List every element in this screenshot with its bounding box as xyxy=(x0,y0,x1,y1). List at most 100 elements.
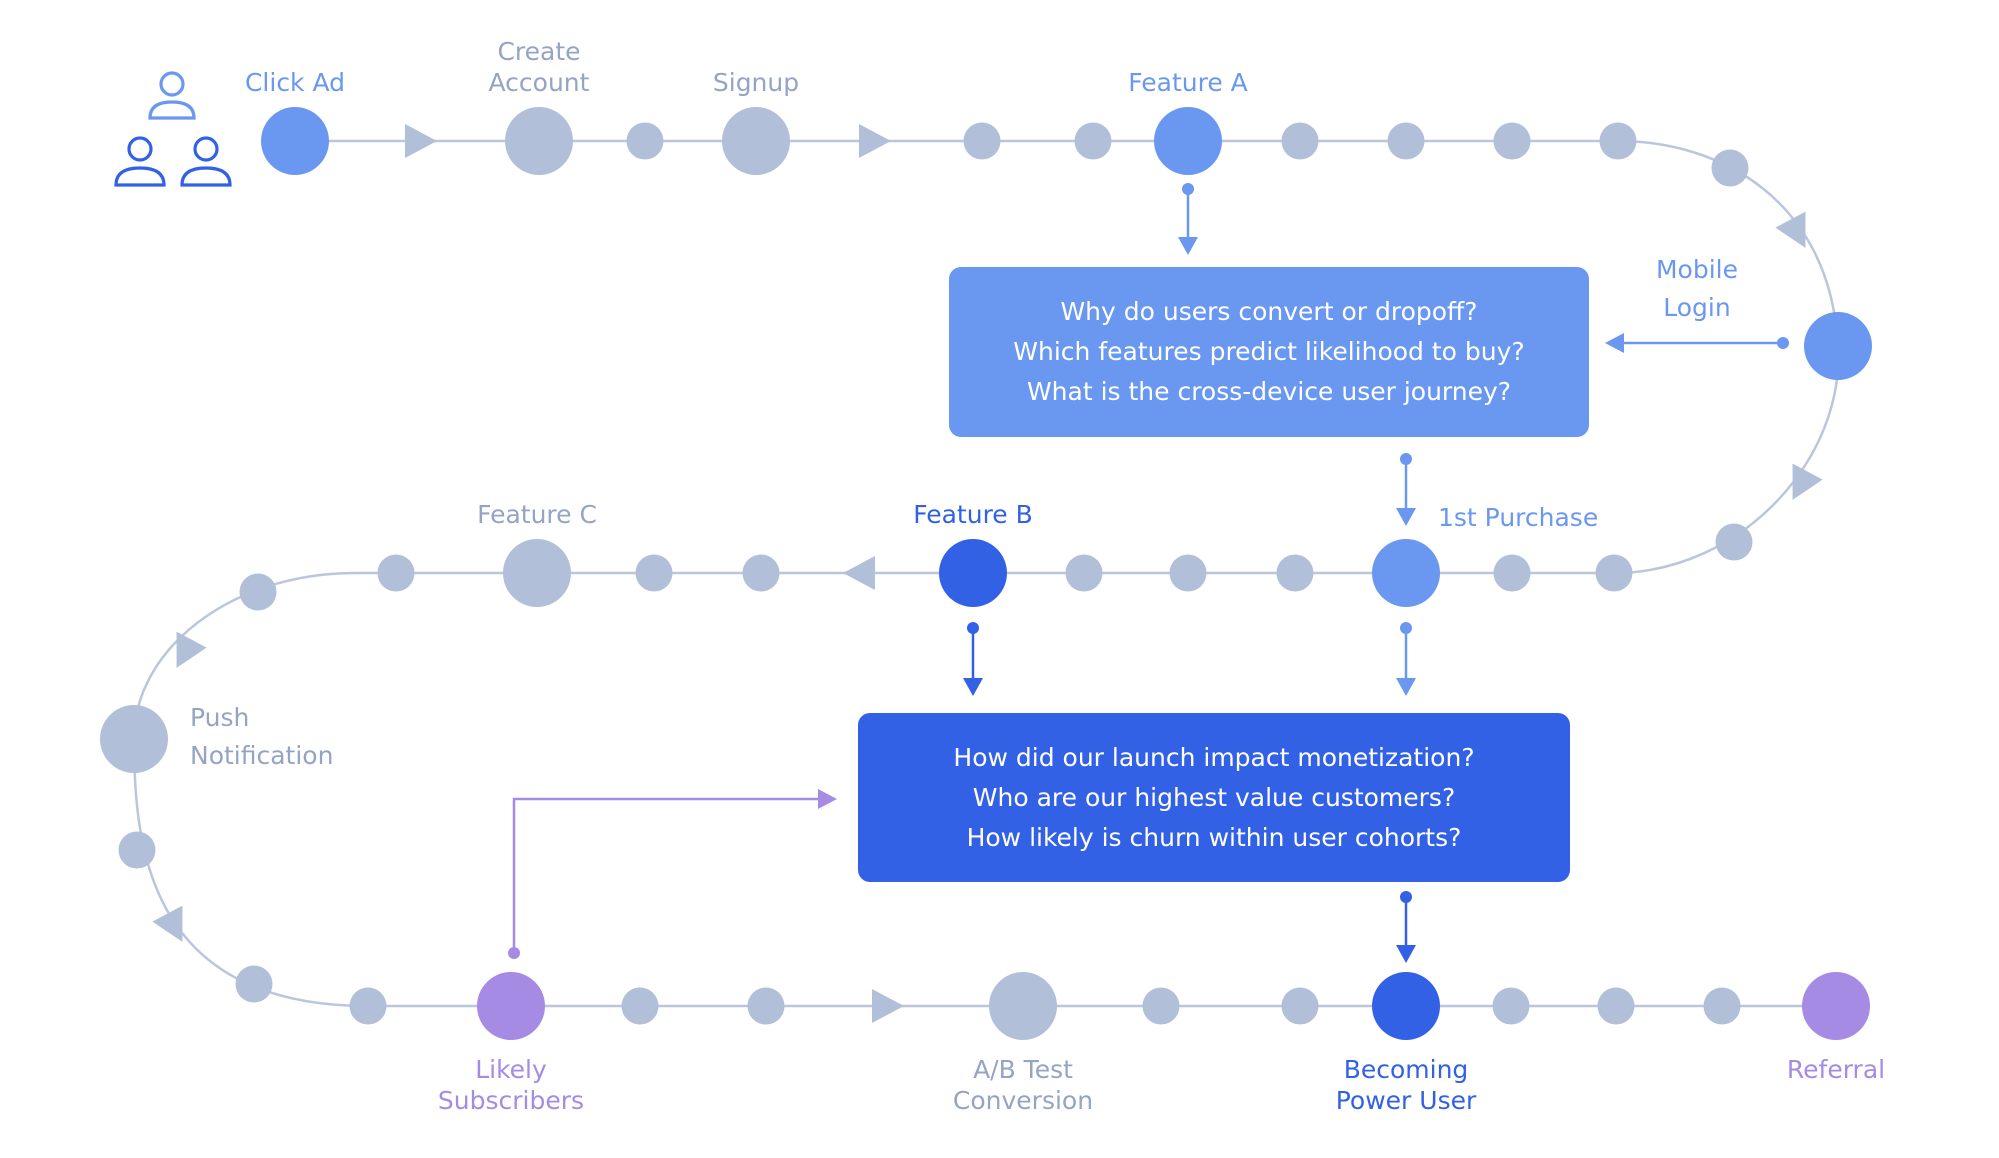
push-notification-node xyxy=(100,705,168,773)
user-top-head xyxy=(159,71,185,97)
feature-b-label: Feature B xyxy=(913,500,1033,529)
click-ad-label: Click Ad xyxy=(245,68,345,97)
step-dot xyxy=(1281,987,1319,1025)
label-line: Create xyxy=(497,37,580,66)
likely-subscribers-arrow-icon xyxy=(818,789,837,809)
label-line: Feature B xyxy=(913,500,1033,529)
label-line: Becoming xyxy=(1344,1055,1469,1084)
step-dot xyxy=(626,122,664,160)
step-dot xyxy=(1597,987,1635,1025)
becoming-power-user-label: Becoming Power User xyxy=(1336,1055,1477,1115)
user-right-head xyxy=(193,136,219,162)
step-dot xyxy=(1387,122,1425,160)
step-dot xyxy=(1492,987,1530,1025)
feature-a-label: Feature A xyxy=(1128,68,1248,97)
insight-question: How likely is churn within user cohorts? xyxy=(966,822,1462,852)
click-ad-node xyxy=(261,107,329,175)
mobile-login-arrow-icon xyxy=(1605,333,1624,353)
insight-question: How did our launch impact monetization? xyxy=(953,742,1475,772)
direction-arrow-icon xyxy=(872,989,904,1023)
user-left-body xyxy=(114,166,166,187)
box-to-power-user-arrow-icon xyxy=(1396,945,1416,963)
label-line: Click Ad xyxy=(245,68,345,97)
direction-arrow-icon xyxy=(859,124,891,158)
users-group-icon xyxy=(114,71,232,187)
likely-subscribers-label: Likely Subscribers xyxy=(438,1055,584,1115)
first-purchase-to-box-arrow-icon xyxy=(1396,678,1416,696)
likely-subscribers-node xyxy=(477,972,545,1040)
label-line: Conversion xyxy=(953,1086,1093,1115)
direction-arrow-icon xyxy=(843,556,875,590)
step-dot xyxy=(1493,554,1531,592)
step-dot xyxy=(963,122,1001,160)
label-line: Feature C xyxy=(477,500,597,529)
step-dot xyxy=(621,987,659,1025)
create-account-node xyxy=(505,107,573,175)
label-line: Signup xyxy=(713,68,799,97)
step-dot xyxy=(1599,122,1637,160)
label-line: Likely xyxy=(475,1055,547,1084)
step-dot xyxy=(235,965,273,1003)
step-dot xyxy=(1703,987,1741,1025)
insight-question: What is the cross-device user journey? xyxy=(1026,377,1512,406)
ab-test-conversion-node xyxy=(989,972,1057,1040)
insight-question: Why do users convert or dropoff? xyxy=(1060,297,1478,326)
step-dot xyxy=(118,831,156,869)
create-account-label: Create Account xyxy=(489,37,590,97)
label-line: Referral xyxy=(1787,1055,1885,1084)
label-line: Feature A xyxy=(1128,68,1248,97)
direction-arrow-icon xyxy=(176,631,207,668)
insight-question: Which features predict likelihood to buy… xyxy=(1013,337,1525,366)
step-dot xyxy=(1074,122,1112,160)
step-dot xyxy=(1276,554,1314,592)
label-line: Mobile xyxy=(1656,255,1738,284)
insight-question: Who are our highest value customers? xyxy=(972,782,1456,812)
label-line: Account xyxy=(489,68,590,97)
step-dot xyxy=(1595,554,1633,592)
step-dot xyxy=(377,554,415,592)
feature-b-to-box-arrow-icon xyxy=(963,678,983,696)
label-line: Login xyxy=(1663,293,1730,322)
feature-c-label: Feature C xyxy=(477,500,597,529)
feature-a-node xyxy=(1154,107,1222,175)
step-dot xyxy=(1281,122,1319,160)
step-dot xyxy=(1493,122,1531,160)
step-dot xyxy=(742,554,780,592)
direction-arrow-icon xyxy=(405,124,437,158)
becoming-power-user-node xyxy=(1372,972,1440,1040)
label-line: Power User xyxy=(1336,1086,1477,1115)
step-dot xyxy=(1169,554,1207,592)
mobile-login-node xyxy=(1804,312,1872,380)
label-line: A/B Test xyxy=(973,1055,1073,1084)
step-dot xyxy=(1715,523,1753,561)
label-line: Subscribers xyxy=(438,1086,584,1115)
insight-box-monetization: How did our launch impact monetization? … xyxy=(858,713,1570,882)
first-purchase-label: 1st Purchase xyxy=(1438,503,1598,532)
push-notification-label: Push Notification xyxy=(190,703,333,770)
step-dot xyxy=(239,573,277,611)
mobile-login-label: Mobile Login xyxy=(1656,255,1738,322)
insight-box-conversion: Why do users convert or dropoff? Which f… xyxy=(949,267,1589,437)
step-dot xyxy=(1065,554,1103,592)
user-journey-diagram: Click Ad Create Account Signup Feature A Mobi… xyxy=(100,37,1885,1115)
feature-b-node xyxy=(939,539,1007,607)
referral-label: Referral xyxy=(1787,1055,1885,1084)
box-to-first-purchase-arrow-icon xyxy=(1396,508,1416,526)
step-dot xyxy=(747,987,785,1025)
direction-arrow-icon xyxy=(1792,463,1823,500)
feature-c-node xyxy=(503,539,571,607)
ab-test-conversion-label: A/B Test Conversion xyxy=(953,1055,1093,1115)
user-left-head xyxy=(127,136,153,162)
step-dot xyxy=(635,554,673,592)
signup-node xyxy=(722,107,790,175)
label-line: 1st Purchase xyxy=(1438,503,1598,532)
signup-label: Signup xyxy=(713,68,799,97)
user-top-body xyxy=(148,100,196,120)
step-dot xyxy=(1711,149,1749,187)
feature-a-to-box-arrow-icon xyxy=(1178,237,1198,255)
referral-node xyxy=(1802,972,1870,1040)
label-line: Notification xyxy=(190,741,333,770)
label-line: Push xyxy=(190,703,249,732)
step-dot xyxy=(349,987,387,1025)
step-dot xyxy=(1142,987,1180,1025)
